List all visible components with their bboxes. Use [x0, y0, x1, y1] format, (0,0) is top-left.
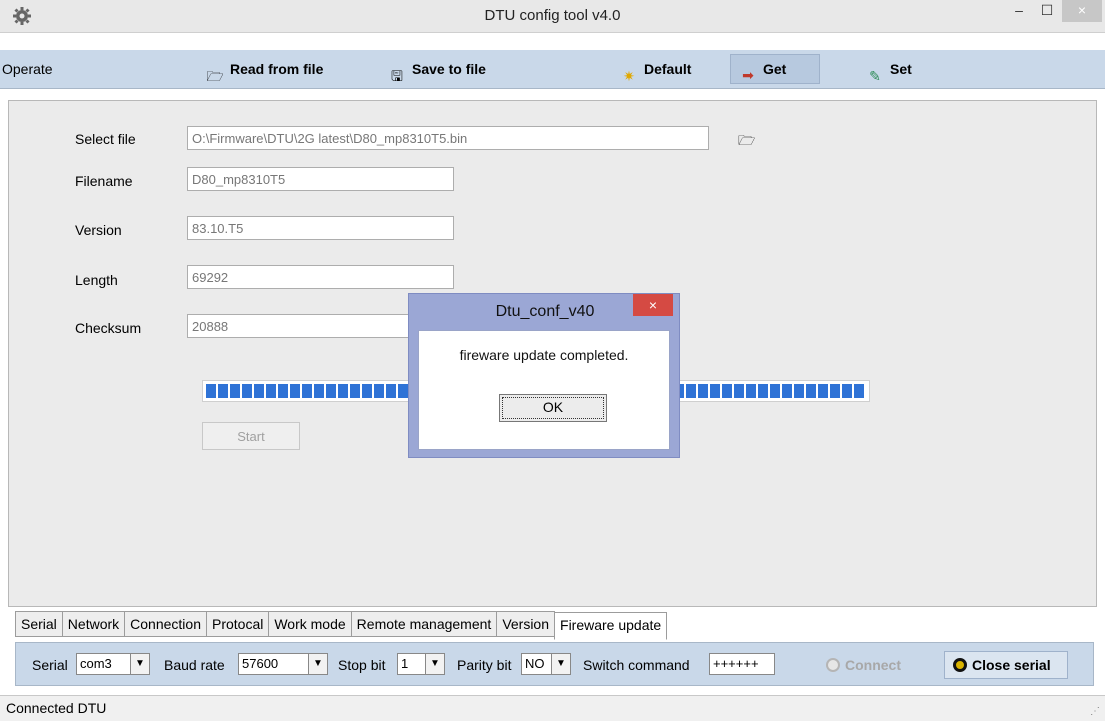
sun-icon: ✷ — [623, 68, 635, 84]
folder-open-icon: 🗁 — [206, 68, 224, 84]
set-label: Set — [890, 61, 912, 77]
window-title: DTU config tool v4.0 — [484, 7, 621, 24]
tab-network[interactable]: Network — [61, 611, 126, 637]
tab-serial[interactable]: Serial — [15, 611, 63, 637]
stop-bit-select[interactable]: 1 ▼ — [397, 653, 445, 675]
default-label: Default — [644, 61, 692, 77]
switch-command-input[interactable]: ++++++ — [709, 653, 775, 675]
chevron-down-icon: ▼ — [551, 654, 570, 674]
status-text: Connected DTU — [6, 700, 107, 716]
browse-folder-icon[interactable]: 🗁 — [738, 130, 756, 148]
stop-bit-value: 1 — [401, 656, 409, 671]
close-serial-button[interactable]: Close serial — [944, 651, 1068, 679]
radio-icon — [826, 658, 840, 672]
baud-rate-label: Baud rate — [164, 657, 225, 673]
toolbar: Operate 🗁 Read from file 🖫 Save to file … — [0, 50, 1105, 89]
connect-button[interactable]: Connect — [826, 651, 926, 679]
switch-command-label: Switch command — [583, 657, 690, 673]
title-bar: DTU config tool v4.0 – ☐ × — [0, 0, 1105, 33]
length-field[interactable]: 69292 — [187, 265, 454, 289]
filename-label: Filename — [75, 173, 133, 189]
select-file-field[interactable]: O:\Firmware\DTU\2G latest\D80_mp8310T5.b… — [187, 126, 709, 150]
select-file-label: Select file — [75, 131, 136, 147]
read-from-file-label: Read from file — [230, 61, 324, 77]
set-button[interactable]: ✎ Set — [858, 54, 920, 84]
baud-rate-value: 57600 — [242, 656, 279, 671]
set-tool-icon: ✎ — [869, 68, 881, 84]
serial-port-value: com3 — [80, 656, 112, 671]
tab-version[interactable]: Version — [496, 611, 556, 637]
dialog-close-button[interactable]: × — [633, 294, 673, 316]
version-label: Version — [75, 222, 122, 238]
baud-rate-select[interactable]: 57600 ▼ — [238, 653, 328, 675]
get-label: Get — [763, 61, 787, 77]
checksum-label: Checksum — [75, 320, 142, 336]
resize-grip-icon[interactable]: ⋰ — [1090, 706, 1102, 718]
default-button[interactable]: ✷ Default — [612, 54, 699, 84]
maximize-button[interactable]: ☐ — [1034, 0, 1060, 22]
tab-strip: Serial Network Connection Protocal Work … — [15, 611, 668, 640]
tab-work-mode[interactable]: Work mode — [268, 611, 352, 637]
chevron-down-icon: ▼ — [425, 654, 444, 674]
serial-settings-bar: Serial com3 ▼ Baud rate 57600 ▼ Stop bit… — [15, 642, 1094, 686]
status-bar: Connected DTU — [0, 695, 1105, 721]
dialog-body: fireware update completed. OK — [418, 330, 670, 450]
read-from-file-button[interactable]: 🗁 Read from file — [198, 54, 331, 84]
chevron-down-icon: ▼ — [130, 654, 149, 674]
get-button[interactable]: ➡ Get — [730, 54, 820, 84]
chevron-down-icon: ▼ — [308, 654, 327, 674]
start-button[interactable]: Start — [202, 422, 300, 450]
tab-connection[interactable]: Connection — [124, 611, 207, 637]
parity-bit-value: NO — [525, 656, 545, 671]
operate-label: Operate — [2, 61, 53, 77]
save-to-file-button[interactable]: 🖫 Save to file — [380, 54, 494, 84]
save-file-icon: 🖫 — [391, 68, 403, 84]
serial-label: Serial — [32, 657, 68, 673]
parity-bit-select[interactable]: NO ▼ — [521, 653, 571, 675]
stop-bit-label: Stop bit — [338, 657, 386, 673]
message-dialog: Dtu_conf_v40 × fireware update completed… — [408, 293, 680, 458]
close-button[interactable]: × — [1062, 0, 1102, 22]
save-to-file-label: Save to file — [412, 61, 486, 77]
arrow-right-icon: ➡ — [742, 67, 754, 83]
connect-label: Connect — [845, 657, 901, 673]
tab-protocal[interactable]: Protocal — [205, 611, 270, 637]
tab-remote-management[interactable]: Remote management — [350, 611, 498, 637]
filename-field[interactable]: D80_mp8310T5 — [187, 167, 454, 191]
radio-selected-icon — [953, 658, 967, 672]
minimize-button[interactable]: – — [1006, 0, 1032, 22]
close-serial-label: Close serial — [972, 657, 1051, 673]
length-label: Length — [75, 272, 118, 288]
tab-fireware-update[interactable]: Fireware update — [554, 612, 668, 640]
dialog-message: fireware update completed. — [459, 347, 629, 363]
parity-bit-label: Parity bit — [457, 657, 512, 673]
version-field[interactable]: 83.10.T5 — [187, 216, 454, 240]
serial-port-select[interactable]: com3 ▼ — [76, 653, 150, 675]
ok-button[interactable]: OK — [499, 394, 607, 422]
